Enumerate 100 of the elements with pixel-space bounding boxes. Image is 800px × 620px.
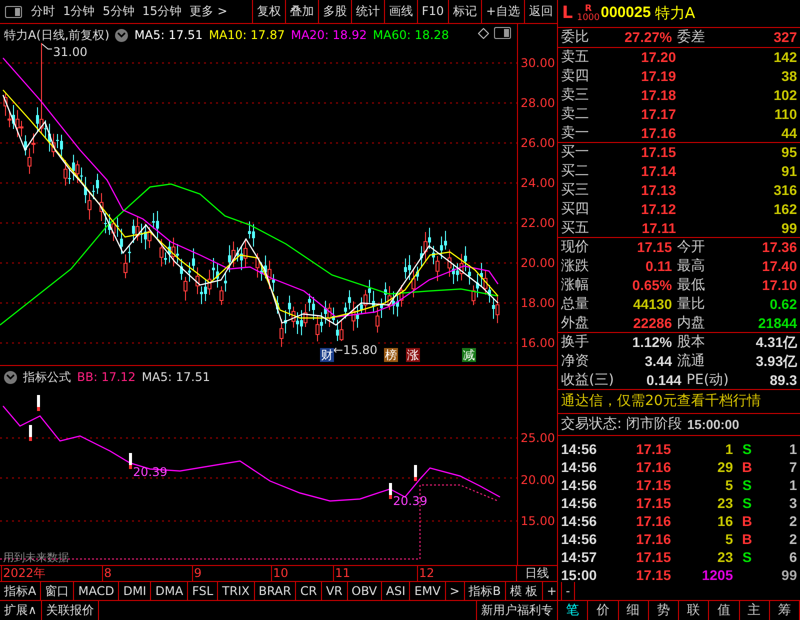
panel-tab[interactable]: 联 bbox=[679, 601, 710, 620]
field-value: 17.40 bbox=[760, 257, 798, 276]
indicator-tab[interactable]: 窗口 bbox=[41, 582, 74, 600]
ma-legend: MA5: 17.51 bbox=[134, 26, 203, 44]
indicator-tab[interactable]: FSL bbox=[188, 582, 218, 600]
indicator-tab[interactable]: BRAR bbox=[254, 582, 296, 600]
order-label: 买四 bbox=[560, 200, 590, 219]
indicator-tab[interactable]: ASI bbox=[382, 582, 410, 600]
trade-status: 交易状态: 闭市阶段 bbox=[560, 415, 682, 434]
indicator-tab[interactable]: DMA bbox=[151, 582, 188, 600]
period-button[interactable]: 15分钟 bbox=[138, 0, 186, 23]
tick-price: 17.15 bbox=[634, 494, 671, 513]
indicator-tab[interactable]: TRIX bbox=[218, 582, 255, 600]
field-label: 最高 bbox=[676, 257, 706, 276]
panel-tab[interactable]: 筹 bbox=[770, 601, 800, 620]
order-volume: 99 bbox=[780, 218, 798, 238]
indicator-tab[interactable]: 指标B bbox=[464, 582, 506, 600]
period-label: 日线 bbox=[524, 566, 550, 581]
tick-time: 14:56 bbox=[561, 458, 598, 477]
trade-side: S bbox=[741, 476, 753, 495]
trade-side: S bbox=[741, 548, 753, 567]
order-price: 17.18 bbox=[640, 86, 676, 105]
event-marker[interactable]: 减 bbox=[462, 348, 476, 362]
promo-text[interactable]: 通达信，仅需20元查看千档行情 bbox=[558, 391, 761, 412]
warning-text: 用到未来数据 bbox=[3, 550, 69, 566]
event-marker[interactable]: 榜 bbox=[384, 348, 398, 362]
indicator-tab[interactable]: > bbox=[446, 582, 465, 600]
indicator-tab[interactable]: MACD bbox=[74, 582, 120, 600]
field-value: 0.11 bbox=[644, 257, 672, 276]
indicator-tab[interactable]: - bbox=[562, 582, 576, 600]
panel-toggle-icon[interactable] bbox=[5, 6, 22, 18]
indicator-tab[interactable]: CR bbox=[296, 582, 322, 600]
field-value: 327 bbox=[772, 28, 798, 47]
toolbar-button[interactable]: 返回 bbox=[524, 0, 557, 23]
indicator-tab[interactable]: 指标A bbox=[0, 582, 42, 600]
bottom-tab[interactable]: 扩展∧ bbox=[0, 601, 42, 620]
panel-tab[interactable]: 细 bbox=[618, 601, 649, 620]
panel-tab[interactable]: 主 bbox=[740, 601, 770, 620]
field-label: 委比 bbox=[560, 28, 590, 47]
chevron-down-icon[interactable] bbox=[115, 28, 128, 42]
field-label: 流通 bbox=[676, 352, 706, 371]
flag-label: 1000 bbox=[576, 14, 600, 22]
toolbar-button[interactable]: 标记 bbox=[448, 0, 481, 23]
order-label: 卖三 bbox=[560, 86, 590, 105]
field-value: 0.62 bbox=[768, 295, 798, 314]
event-marker[interactable]: 财 bbox=[320, 348, 334, 362]
order-label: 卖一 bbox=[560, 124, 590, 142]
toolbar-button[interactable]: 叠加 bbox=[284, 0, 318, 23]
tick-price: 17.15 bbox=[634, 566, 671, 585]
indicator-tab[interactable]: EMV bbox=[410, 582, 446, 600]
price-axis-label: 25.00 bbox=[520, 431, 555, 445]
trade-side: B bbox=[740, 512, 754, 531]
period-button[interactable]: 5分钟 bbox=[98, 0, 138, 23]
indicator-tab[interactable]: 模 板 bbox=[506, 582, 543, 600]
price-axis-label: 18.00 bbox=[520, 296, 555, 310]
price-axis-label: 24.00 bbox=[520, 176, 555, 190]
tick-count: 1 bbox=[788, 476, 797, 495]
panel-tab[interactable]: 价 bbox=[588, 601, 618, 620]
price-axis-label: 15.00 bbox=[520, 514, 555, 528]
price-axis-label: 20.00 bbox=[520, 472, 555, 486]
diamond-icon[interactable] bbox=[478, 28, 489, 39]
tick-volume: 23 bbox=[716, 548, 733, 567]
bottom-tab[interactable]: 关联报价 bbox=[42, 601, 99, 620]
panel-toggle-icon[interactable] bbox=[494, 27, 511, 39]
indicator-tab[interactable]: + bbox=[542, 582, 562, 600]
field-label: 涨幅 bbox=[560, 276, 590, 295]
toolbar-button[interactable]: +自选 bbox=[480, 0, 524, 23]
panel-tab[interactable]: 值 bbox=[709, 601, 740, 620]
field-value: 3.93亿 bbox=[754, 352, 798, 371]
price-axis-label: 22.00 bbox=[520, 216, 555, 230]
tick-price: 17.16 bbox=[634, 458, 671, 477]
toolbar-button[interactable]: 多股 bbox=[318, 0, 351, 23]
high-price-label: 31.00 bbox=[53, 44, 88, 61]
field-label: 收益(三) bbox=[560, 370, 614, 390]
toolbar-button[interactable]: 统计 bbox=[350, 0, 384, 23]
promo-link[interactable]: 新用户福利专 bbox=[476, 601, 557, 620]
tick-price: 17.15 bbox=[634, 548, 671, 567]
order-volume: 162 bbox=[772, 200, 798, 219]
toolbar-button[interactable]: F10 bbox=[416, 0, 448, 23]
indicator-tab[interactable]: VR bbox=[322, 582, 348, 600]
chevron-down-icon[interactable] bbox=[4, 370, 17, 384]
panel-tab[interactable]: 势 bbox=[648, 601, 679, 620]
price-axis-label: 16.00 bbox=[520, 336, 555, 350]
toolbar-button[interactable]: 复权 bbox=[252, 0, 285, 23]
date-label: 9 bbox=[192, 566, 202, 581]
tick-count: 2 bbox=[788, 512, 797, 531]
period-button[interactable]: 1分钟 bbox=[59, 0, 99, 23]
field-label: 委差 bbox=[676, 28, 706, 47]
period-button[interactable]: 分时 bbox=[27, 0, 59, 23]
panel-tab[interactable]: 笔 bbox=[558, 601, 588, 620]
tick-volume: 1 bbox=[724, 440, 733, 459]
event-marker[interactable]: 涨 bbox=[406, 348, 420, 362]
order-price: 17.15 bbox=[640, 143, 676, 162]
stock-name: 特力A bbox=[654, 3, 696, 24]
indicator-tab[interactable]: OBV bbox=[348, 582, 382, 600]
toolbar-button[interactable]: 画线 bbox=[384, 0, 417, 23]
tick-price: 17.15 bbox=[634, 440, 671, 459]
indicator-tab[interactable]: DMI bbox=[119, 582, 152, 600]
tick-count: 6 bbox=[788, 548, 797, 567]
period-button[interactable]: 更多 > bbox=[186, 0, 232, 23]
